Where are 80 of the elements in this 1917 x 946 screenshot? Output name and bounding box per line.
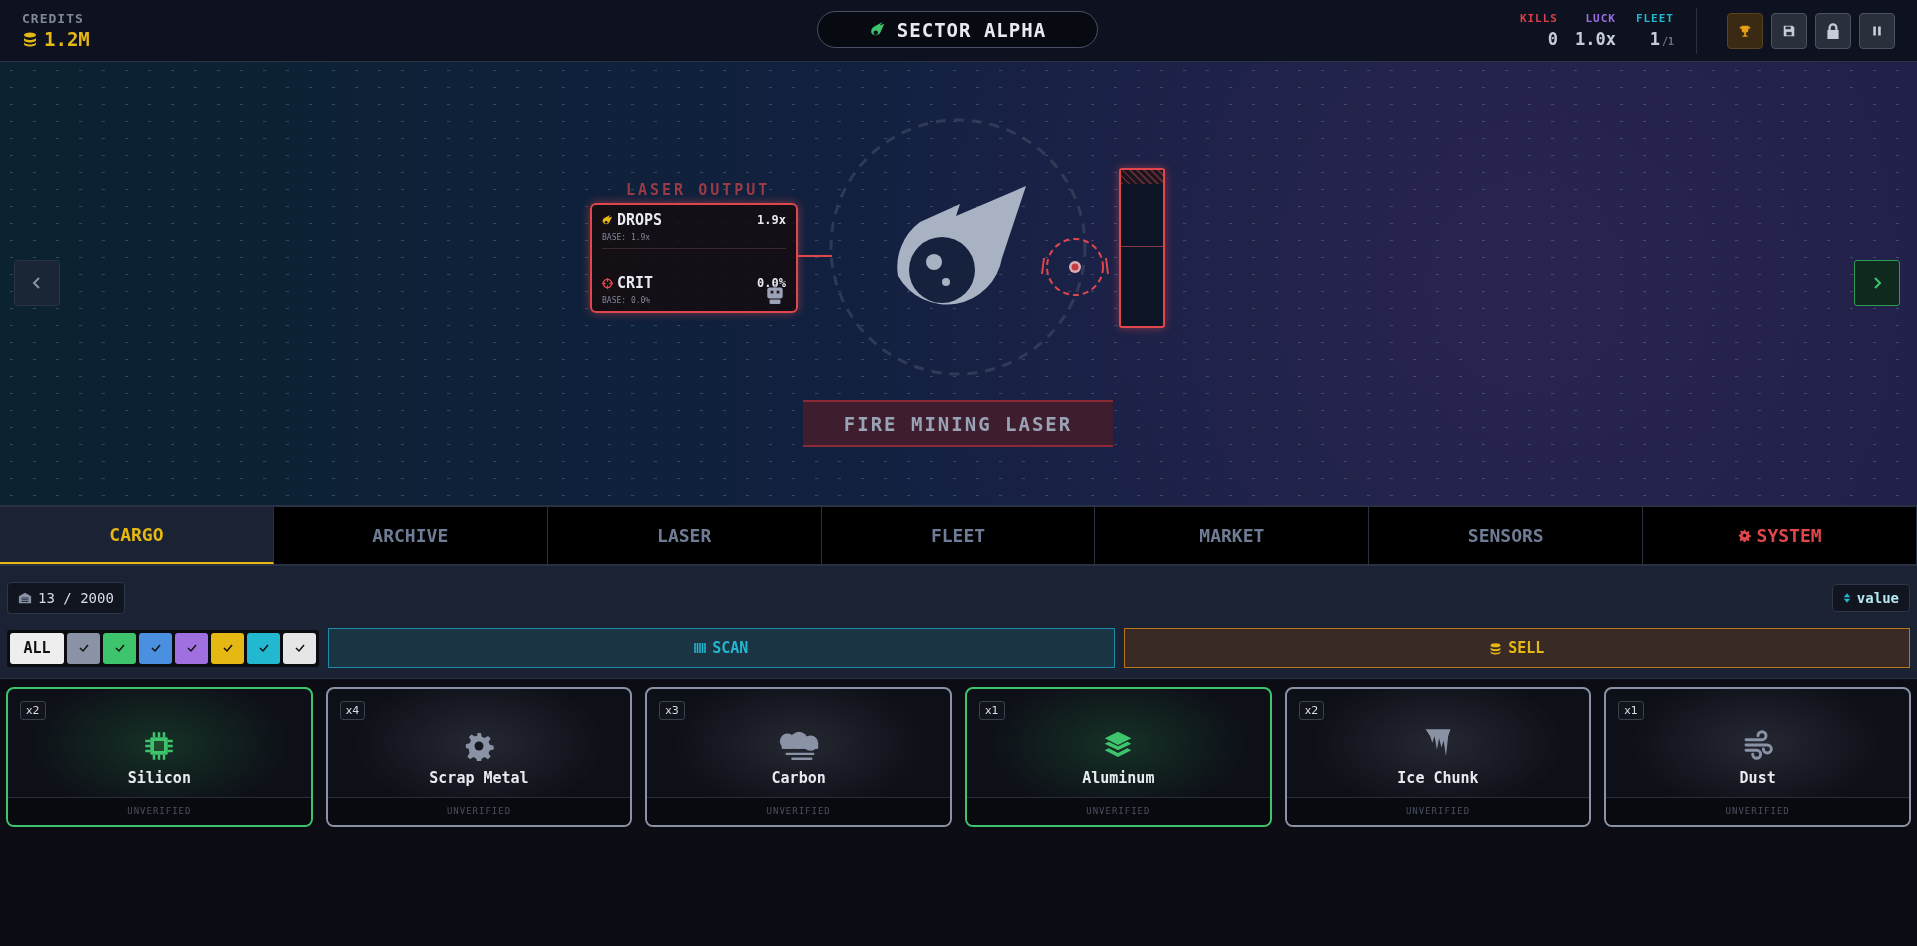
stat-value: 0.0%: [757, 276, 786, 290]
warehouse-icon: [18, 591, 32, 605]
item-name: Carbon: [771, 769, 826, 787]
item-name: Dust: [1739, 769, 1776, 787]
item-card[interactable]: x1 Aluminum UNVERIFIED: [965, 687, 1272, 827]
comet-icon: [602, 214, 613, 226]
save-icon: [1782, 23, 1796, 38]
check-icon: [149, 642, 162, 654]
next-button[interactable]: [1854, 260, 1900, 306]
item-count: x1: [979, 701, 1005, 720]
all-filter-button[interactable]: ALL: [10, 632, 64, 664]
sort-button[interactable]: value: [1831, 584, 1910, 612]
tab[interactable]: CARGO: [0, 507, 274, 564]
check-icon: [77, 642, 90, 654]
item-card[interactable]: x1 Dust UNVERIFIED: [1604, 687, 1911, 827]
item-name: Scrap Metal: [429, 769, 529, 787]
filter-checkbox[interactable]: [283, 632, 316, 664]
item-status: UNVERIFIED: [1286, 797, 1590, 825]
check-icon: [257, 642, 270, 654]
lock-icon: [1824, 21, 1842, 40]
check-icon: [185, 642, 198, 654]
panel-title: LASER OUTPUT: [626, 181, 771, 199]
item-card[interactable]: x4 Scrap Metal UNVERIFIED: [325, 687, 633, 827]
storage-counter: 13 / 2000: [7, 582, 125, 614]
coins-icon: [22, 31, 38, 47]
stat-label: FLEET: [1635, 12, 1674, 25]
check-icon: [113, 642, 126, 654]
filter-checkbox[interactable]: [67, 632, 100, 664]
check-icon: [221, 642, 234, 654]
barcode-icon: [694, 643, 707, 653]
item-name: Aluminum: [1082, 769, 1155, 787]
filter-checkbox[interactable]: [175, 632, 208, 664]
stat-value: 1/1: [1649, 29, 1674, 49]
save-button[interactable]: [1771, 12, 1807, 49]
stat-value: 1.9x: [757, 213, 786, 227]
item-card[interactable]: x2 Silicon UNVERIFIED: [6, 687, 313, 827]
item-status: UNVERIFIED: [1606, 797, 1909, 825]
crosshair-icon: [602, 277, 613, 289]
credits-value: 1.2M: [44, 28, 90, 50]
sort-icon: [1842, 592, 1851, 604]
item-count: x1: [1618, 701, 1644, 720]
check-icon: [293, 642, 306, 654]
filter-checkbox[interactable]: [211, 632, 244, 664]
item-status: UNVERIFIED: [967, 797, 1270, 825]
stat-label: DROPS: [617, 211, 664, 229]
item-name: Silicon: [127, 769, 191, 787]
gear-icon: [1737, 529, 1751, 542]
gear-icon: [464, 731, 494, 761]
credits-label: CREDITS: [22, 11, 85, 26]
stat-label: LUCK: [1585, 12, 1616, 25]
stat-value: 1.0x: [1575, 29, 1616, 49]
chip-icon: [144, 731, 175, 761]
item-status: UNVERIFIED: [327, 797, 631, 825]
item-count: x3: [659, 701, 685, 720]
stat-label: CRIT: [617, 274, 655, 292]
stat-label: KILLS: [1519, 12, 1558, 25]
item-count: x2: [20, 701, 46, 720]
sell-button[interactable]: SELL: [1123, 628, 1910, 668]
sector-title: SECTOR ALPHA: [817, 11, 1098, 48]
base-value: BASE: 1.9x: [602, 233, 652, 242]
trophy-button[interactable]: [1727, 12, 1763, 49]
coins-icon: [1489, 641, 1503, 655]
scan-button[interactable]: SCAN: [328, 628, 1115, 668]
pause-button[interactable]: [1859, 12, 1895, 49]
filter-checkbox[interactable]: [103, 632, 136, 664]
item-name: Ice Chunk: [1397, 769, 1479, 787]
item-card[interactable]: x2 Ice Chunk UNVERIFIED: [1284, 687, 1592, 827]
item-card[interactable]: x3 Carbon UNVERIFIED: [645, 687, 952, 827]
stat-value: 0: [1547, 29, 1558, 49]
item-count: x2: [1298, 701, 1325, 720]
lock-button[interactable]: [1815, 12, 1851, 49]
item-status: UNVERIFIED: [647, 797, 950, 825]
item-count: x4: [339, 701, 366, 720]
filter-checkbox[interactable]: [247, 632, 280, 664]
trophy-icon: [1738, 23, 1752, 38]
pause-icon: [1871, 24, 1883, 37]
base-value: BASE: 0.0%: [602, 296, 652, 305]
fire-button[interactable]: FIRE MINING LASER: [803, 400, 1113, 447]
item-status: UNVERIFIED: [8, 797, 311, 825]
filter-checkbox[interactable]: [139, 632, 172, 664]
